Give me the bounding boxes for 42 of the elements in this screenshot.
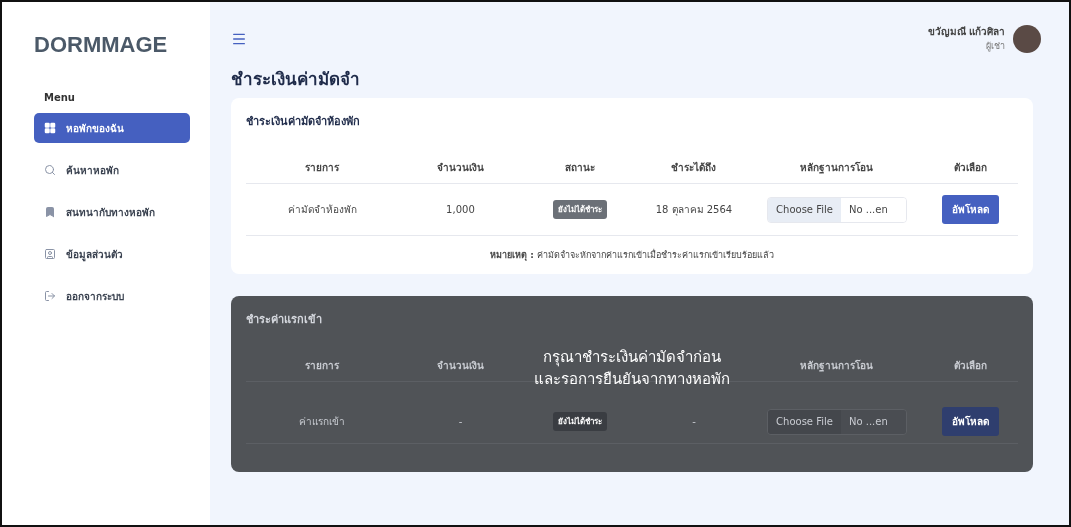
column-header: จำนวนเงิน <box>436 359 484 373</box>
card-title: ชำระเงินค่ามัดจำห้องพัก <box>246 114 361 130</box>
column-header: หลักฐานการโอน <box>800 161 874 175</box>
sidebar-item[interactable]: หอพักของฉัน <box>34 113 190 143</box>
search-icon <box>44 164 56 176</box>
user-name: ขวัญมณี แก้วศิลา <box>927 25 1005 39</box>
item-cell-text: ค่ามัดจำห้องพัก <box>287 203 357 217</box>
upload-button[interactable]: อัพโหลด <box>941 195 999 224</box>
sidebar-item[interactable]: สนทนากับทางหอพัก <box>34 197 190 227</box>
note-text: หมายเหตุ : ค่ามัดจำจะหักจากค่าแรกเข้าเมื่อชำระค่าแรกเข้าเรียบร้อยแล้ว <box>489 248 775 262</box>
person-icon <box>44 248 56 260</box>
card-title: ชำระค่าแรกเข้า <box>246 312 323 328</box>
sidebar-item[interactable]: ค้นหาหอพัก <box>34 155 190 185</box>
amount-cell: 1,000 <box>446 204 475 215</box>
status-badge: ยังไม่ได้ชำระ <box>552 412 607 431</box>
column-header: ตัวเลือก <box>953 161 987 175</box>
file-input[interactable]: Choose File No ...en <box>767 196 907 223</box>
logout-icon <box>44 290 56 302</box>
column-header: สถานะ <box>564 161 595 175</box>
upload-button[interactable]: อัพโหลด <box>941 407 999 436</box>
column-header: รายการ <box>305 359 340 373</box>
menu-heading: Menu <box>43 92 76 103</box>
column-header: จำนวนเงิน <box>436 161 484 175</box>
user-role: ผู้เช่า <box>986 40 1005 53</box>
brand-logo: DORMMAGE <box>33 32 169 58</box>
page-title: ชำระเงินค่ามัดจำ <box>231 68 361 91</box>
column-header: ตัวเลือก <box>953 359 987 373</box>
overlay-message: กรุณาชำระเงินค่ามัดจำก่อน และรอการยืนยันจากทางหอพัก <box>534 347 730 390</box>
sidebar-item[interactable]: ออกจากระบบ <box>34 281 190 311</box>
amount-cell: - <box>458 416 463 427</box>
item-cell-text: ค่าแรกเข้า <box>299 415 346 429</box>
bookmark-icon <box>44 206 56 218</box>
sidebar-item[interactable]: ข้อมูลส่วนตัว <box>34 239 190 269</box>
file-input[interactable]: Choose File No ...en <box>767 408 907 435</box>
column-header: หลักฐานการโอน <box>800 359 874 373</box>
avatar[interactable] <box>1013 24 1041 53</box>
status-badge: ยังไม่ได้ชำระ <box>552 200 607 219</box>
due-date-cell: - <box>692 416 696 427</box>
due-date-cell-text: 18 ตุลาคม 2564 <box>655 203 733 217</box>
column-header: ชำระได้ถึง <box>671 160 717 175</box>
grid-icon <box>44 122 56 134</box>
column-header: รายการ <box>305 161 340 175</box>
